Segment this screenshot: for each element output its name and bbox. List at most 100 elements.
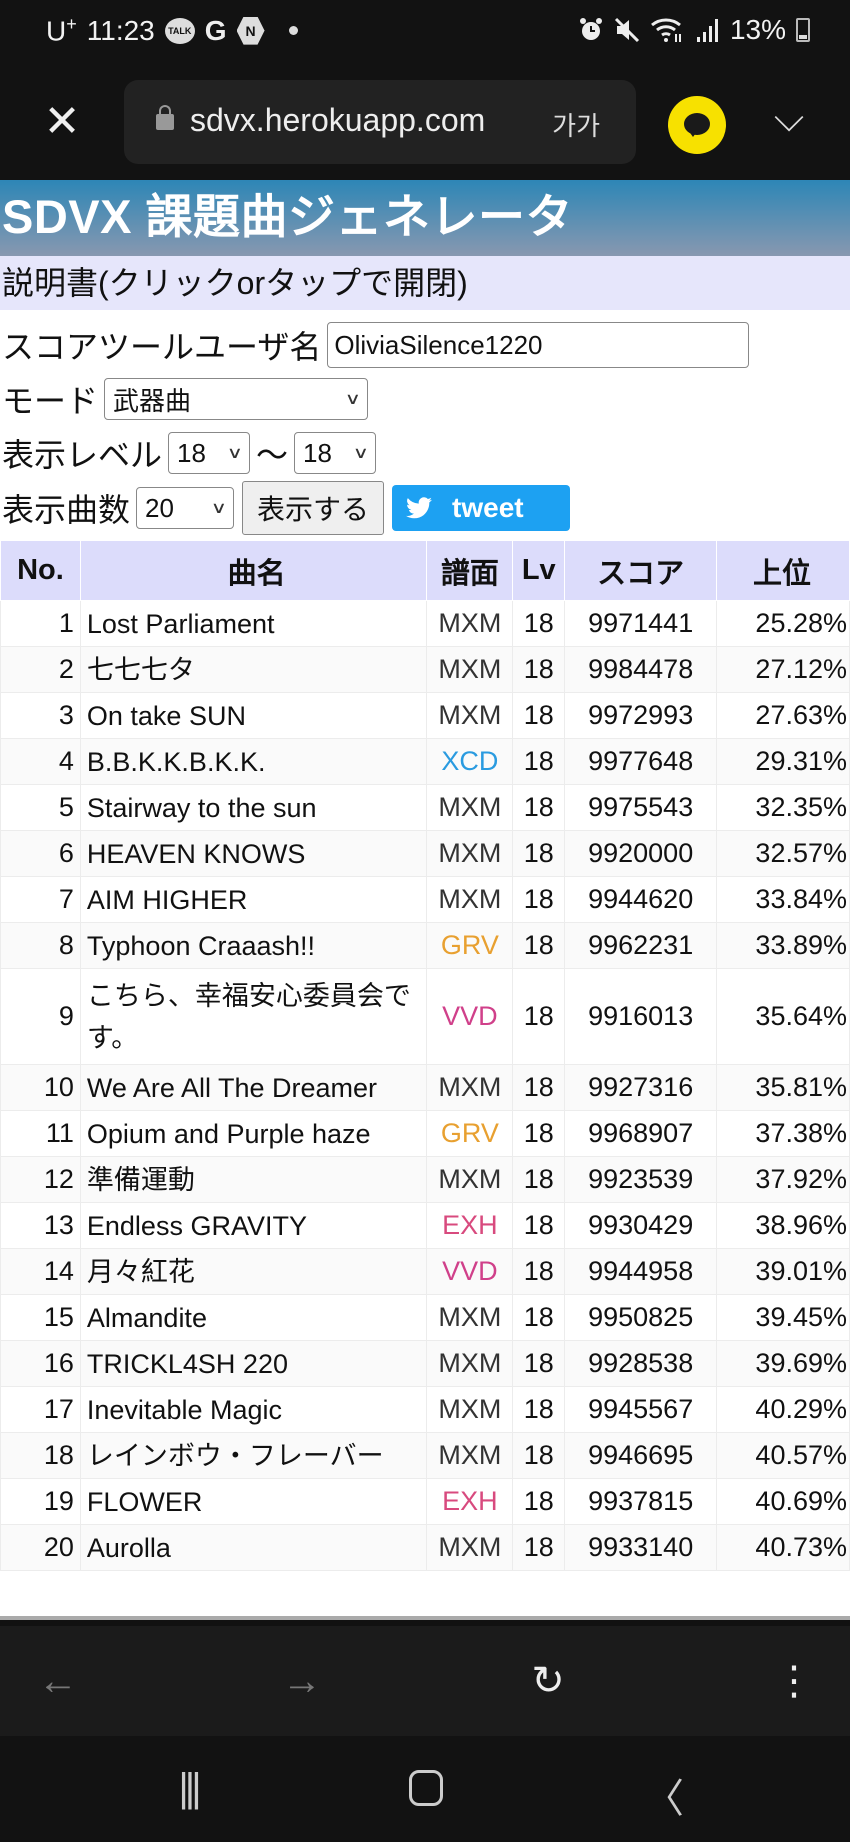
count-select[interactable]: 20 ∨ [136,487,235,529]
address-bar[interactable]: sdvx.herokuapp.com 가가 [124,80,636,164]
header-chart[interactable]: 譜面 [426,540,514,601]
page-bottom-divider [0,1616,850,1620]
table-row: 8 Typhoon Craaash!! GRV 18 9962231 33.89% [0,922,850,969]
system-navigation-bar: ||| 〈 [0,1736,850,1842]
song-name[interactable]: B.B.K.K.B.K.K. [79,738,428,785]
table-row: 16 TRICKL4SH 220 MXM 18 9928538 39.69% [0,1340,850,1387]
song-level: 18 [512,922,566,969]
row-number: 10 [0,1064,81,1111]
song-name[interactable]: 七七七タ [79,646,428,693]
username-input[interactable] [327,322,750,368]
reload-icon[interactable]: ↻ [518,1656,578,1706]
table-row: 3 On take SUN MXM 18 9972993 27.63% [0,692,850,739]
rank-percentile: 32.57% [716,830,850,877]
level-to-select[interactable]: 18 ∨ [294,432,377,474]
song-name[interactable]: Lost Parliament [79,600,428,647]
song-name[interactable]: こちら、幸福安心委員会です。 [79,968,428,1065]
song-name[interactable]: On take SUN [79,692,428,739]
naver-icon: N [236,16,265,45]
url-text[interactable]: sdvx.herokuapp.com [190,102,485,139]
chevron-down-icon: ∨ [352,445,370,462]
more-notifications-dot-icon [288,26,298,36]
chart-difficulty: EXH [426,1202,514,1249]
kakaotalk-icon: TALK [164,17,195,44]
score: 9946695 [564,1432,718,1479]
level-range-separator: 〜 [256,437,289,473]
song-name[interactable]: Typhoon Craaash!! [79,922,428,969]
song-level: 18 [512,1202,566,1249]
rank-percentile: 27.63% [716,692,850,739]
song-name[interactable]: We Are All The Dreamer [79,1064,428,1111]
song-name[interactable]: 月々紅花 [79,1248,428,1295]
chart-difficulty: MXM [426,600,514,647]
score: 9945567 [564,1386,718,1433]
home-button[interactable] [396,1766,456,1816]
show-button[interactable]: 表示する [242,481,385,535]
score: 9975543 [564,784,718,831]
score: 9933140 [564,1524,718,1571]
row-number: 15 [0,1294,81,1341]
song-name[interactable]: Opium and Purple haze [79,1110,428,1157]
forward-arrow-icon[interactable]: → [272,1656,332,1706]
more-menu-icon[interactable]: ⋮ [764,1656,824,1706]
row-number: 17 [0,1386,81,1433]
song-level: 18 [512,1524,566,1571]
header-no[interactable]: No. [0,540,81,601]
song-name[interactable]: FLOWER [79,1478,428,1525]
score: 9972993 [564,692,718,739]
level-label: 表示レベル [2,437,163,473]
count-row: 表示曲数 20 ∨ 表示する tweet [0,481,850,535]
song-name[interactable]: Inevitable Magic [79,1386,428,1433]
chevron-down-icon: ∨ [226,445,244,462]
row-number: 8 [0,922,81,969]
results-table: No. 曲名 譜面 Lv スコア 上位 1 Lost Parliament MXM 1… [0,540,850,1571]
table-header-row: No. 曲名 譜面 Lv スコア 上位 [0,540,850,601]
header-song-name[interactable]: 曲名 [79,540,428,601]
song-name[interactable]: Stairway to the sun [79,784,428,831]
text-size-button[interactable]: 가가 [552,106,600,143]
song-level: 18 [512,784,566,831]
close-tab-button[interactable]: ✕ [40,100,84,144]
row-number: 4 [0,738,81,785]
row-number: 12 [0,1156,81,1203]
rank-percentile: 32.35% [716,784,850,831]
mode-select[interactable]: 武器曲 ∨ [104,378,369,420]
header-rank[interactable]: 上位 [716,540,850,601]
browser-bottom-toolbar: ← → ↻ ⋮ [0,1626,850,1736]
header-level[interactable]: Lv [512,540,566,601]
level-from-select[interactable]: 18 ∨ [168,432,251,474]
row-number: 6 [0,830,81,877]
score: 9984478 [564,646,718,693]
song-name[interactable]: AIM HIGHER [79,876,428,923]
page-title: SDVX 課題曲ジェネレータ [0,180,850,256]
song-name[interactable]: Endless GRAVITY [79,1202,428,1249]
chart-difficulty: MXM [426,1294,514,1341]
table-row: 20 Aurolla MXM 18 9933140 40.73% [0,1524,850,1571]
song-name[interactable]: Almandite [79,1294,428,1341]
chart-difficulty: MXM [426,784,514,831]
song-name[interactable]: HEAVEN KNOWS [79,830,428,877]
chart-difficulty: MXM [426,1064,514,1111]
song-level: 18 [512,600,566,647]
tweet-button[interactable]: tweet [392,485,571,531]
system-back-icon[interactable]: 〈 [634,1766,694,1824]
rank-percentile: 35.81% [716,1064,850,1111]
song-name[interactable]: TRICKL4SH 220 [79,1340,428,1387]
chevron-down-icon[interactable]: ⌵ [764,96,814,146]
chart-difficulty: GRV [426,922,514,969]
back-arrow-icon[interactable]: ← [28,1656,88,1706]
song-name[interactable]: 準備運動 [79,1156,428,1203]
chart-difficulty: MXM [426,876,514,923]
clock: 11:23 [86,14,155,46]
rank-percentile: 39.69% [716,1340,850,1387]
song-name[interactable]: レインボウ・フレーバー [79,1432,428,1479]
song-level: 18 [512,1432,566,1479]
table-row: 2 七七七タ MXM 18 9984478 27.12% [0,646,850,693]
song-name[interactable]: Aurolla [79,1524,428,1571]
header-score[interactable]: スコア [564,540,718,601]
recent-apps-icon[interactable]: ||| [158,1766,218,1811]
song-level: 18 [512,1478,566,1525]
song-level: 18 [512,692,566,739]
manual-toggle[interactable]: 説明書(クリックorタップで開閉) [0,256,850,310]
kakaotalk-share-button[interactable] [668,96,726,154]
